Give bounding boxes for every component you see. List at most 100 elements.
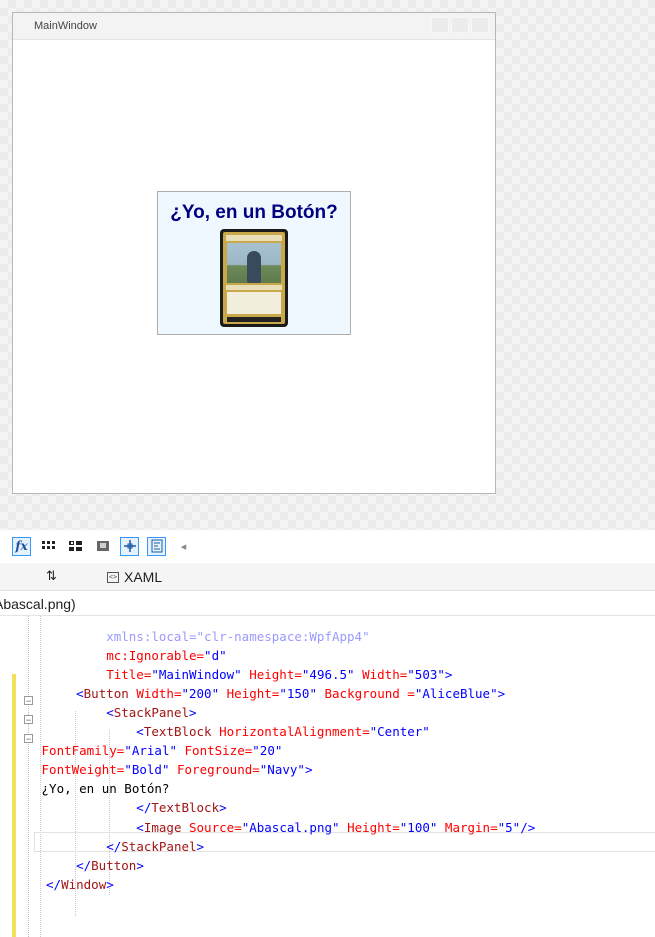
code-token: "100" <box>399 819 438 835</box>
code-token: </ <box>46 876 62 892</box>
code-token: FontWeight= <box>34 762 125 778</box>
editor-tab-row: ⇅ <> XAML <box>0 563 655 591</box>
code-line[interactable]: <Image Source="Abascal.png" Height="100"… <box>46 818 535 837</box>
code-line[interactable]: FontFamily="Arial" FontSize="20" <box>34 741 283 760</box>
code-token: "496.5" <box>301 667 355 683</box>
code-line[interactable]: <StackPanel> <box>46 703 197 722</box>
code-token: Foreground= <box>169 762 260 778</box>
main-window-preview[interactable]: MainWindow ¿Yo, en un Botón? <box>12 12 496 494</box>
code-token: "MainWindow" <box>151 667 242 683</box>
code-token: "d" <box>204 648 227 664</box>
code-line[interactable]: FontWeight="Bold" Foreground="Navy"> <box>34 760 313 779</box>
code-view-icon[interactable] <box>147 536 166 556</box>
snap-lines-icon[interactable] <box>120 536 139 556</box>
code-line[interactable]: xmlns:local="clr-namespace:WpfApp4" <box>46 627 370 646</box>
code-token: > <box>219 800 227 816</box>
code-token: </ <box>46 857 92 873</box>
code-line[interactable]: ¿Yo, en un Botón? <box>34 779 170 798</box>
code-token: Background = <box>316 686 415 702</box>
preview-button[interactable]: ¿Yo, en un Botón? <box>157 191 351 335</box>
code-token: /> <box>520 819 536 835</box>
card-type-bar <box>226 285 282 290</box>
fold-toggle-button[interactable]: − <box>24 696 33 706</box>
snap-grid-icon[interactable] <box>66 537 85 556</box>
card-art <box>227 243 281 283</box>
fx-icon[interactable]: fx <box>12 536 31 556</box>
fold-guide-line <box>28 616 29 937</box>
code-token: "AliceBlue" <box>414 686 498 702</box>
xaml-file-icon: <> <box>107 571 119 583</box>
code-token: Margin= <box>437 819 498 835</box>
code-token: > <box>444 667 453 683</box>
code-token: "200" <box>181 686 220 702</box>
code-token: > <box>497 686 506 702</box>
artboard-icon[interactable] <box>93 537 112 556</box>
code-token: "503" <box>407 667 445 683</box>
code-token: "Arial" <box>124 743 177 759</box>
code-token: Title= <box>46 667 152 683</box>
code-line[interactable]: </Button> <box>46 856 144 875</box>
tab-xaml-label: XAML <box>124 569 163 585</box>
breadcrumb: Abascal.png) <box>0 592 655 616</box>
code-token: > <box>196 838 205 854</box>
button-text: ¿Yo, en un Botón? <box>170 202 338 223</box>
code-token: mc:Ignorable= <box>46 648 205 664</box>
designer-toolbar: fx ◂ <box>0 530 655 562</box>
card-frame <box>223 232 285 324</box>
maximize-icon <box>451 17 469 33</box>
card-name-bar <box>226 235 282 241</box>
window-title: MainWindow <box>34 20 97 32</box>
code-token: "Abascal.png" <box>241 819 340 835</box>
code-line[interactable]: <TextBlock HorizontalAlignment="Center" <box>46 722 430 741</box>
code-token: > <box>189 705 197 721</box>
card-text-box <box>227 292 281 314</box>
code-token: Width= <box>354 667 408 683</box>
code-token: "Navy" <box>259 762 305 778</box>
code-line[interactable]: Title="MainWindow" Height="496.5" Width=… <box>46 665 452 684</box>
arrow-left-icon[interactable]: ◂ <box>174 537 193 556</box>
window-caption-buttons <box>431 17 489 33</box>
code-token: Height= <box>339 819 400 835</box>
code-line[interactable]: </TextBlock> <box>46 798 227 817</box>
card-image <box>220 229 288 327</box>
code-token: HorizontalAlignment= <box>211 724 370 740</box>
code-token: > <box>136 857 144 873</box>
change-marker-bar <box>12 674 16 937</box>
close-icon <box>471 17 489 33</box>
code-token: Source= <box>181 819 242 835</box>
code-token: < <box>46 686 84 702</box>
code-line[interactable]: </Window> <box>46 875 114 894</box>
code-token: > <box>304 762 313 778</box>
code-token: </ <box>46 838 122 854</box>
code-token: </ <box>46 800 152 816</box>
code-token: Height= <box>241 667 302 683</box>
code-token: Window <box>61 876 107 892</box>
code-line[interactable]: mc:Ignorable="d" <box>46 646 227 665</box>
code-token: "150" <box>279 686 317 702</box>
code-token: Height= <box>219 686 280 702</box>
code-token: Button <box>83 686 129 702</box>
fold-toggle-button[interactable]: − <box>24 734 33 744</box>
swap-panes-icon[interactable]: ⇅ <box>46 568 57 584</box>
breadcrumb-text: Abascal.png) <box>0 596 76 612</box>
grid-icon[interactable] <box>39 537 58 556</box>
code-editor[interactable]: − − − xmlns:local="clr-namespace:WpfApp4… <box>0 616 655 937</box>
code-token: > <box>106 876 114 892</box>
code-token: Button <box>91 857 137 873</box>
code-token: StackPanel <box>113 705 189 721</box>
fold-toggle-button[interactable]: − <box>24 715 33 725</box>
code-line[interactable]: </StackPanel> <box>46 837 204 856</box>
design-surface[interactable]: MainWindow ¿Yo, en un Botón? <box>0 0 655 530</box>
code-token: FontFamily= <box>34 743 125 759</box>
minimize-icon <box>431 17 449 33</box>
tab-xaml[interactable]: <> XAML <box>107 569 162 585</box>
code-token: TextBlock <box>143 724 212 740</box>
card-footer <box>227 317 281 322</box>
code-token: Width= <box>128 686 182 702</box>
code-line[interactable]: <Button Width="200" Height="150" Backgro… <box>46 684 505 703</box>
code-token: "clr-namespace:WpfApp4" <box>196 629 370 644</box>
code-token: "20" <box>252 743 283 759</box>
code-token: Image <box>143 819 182 835</box>
code-token: < <box>46 724 144 740</box>
window-titlebar: MainWindow <box>13 13 495 40</box>
